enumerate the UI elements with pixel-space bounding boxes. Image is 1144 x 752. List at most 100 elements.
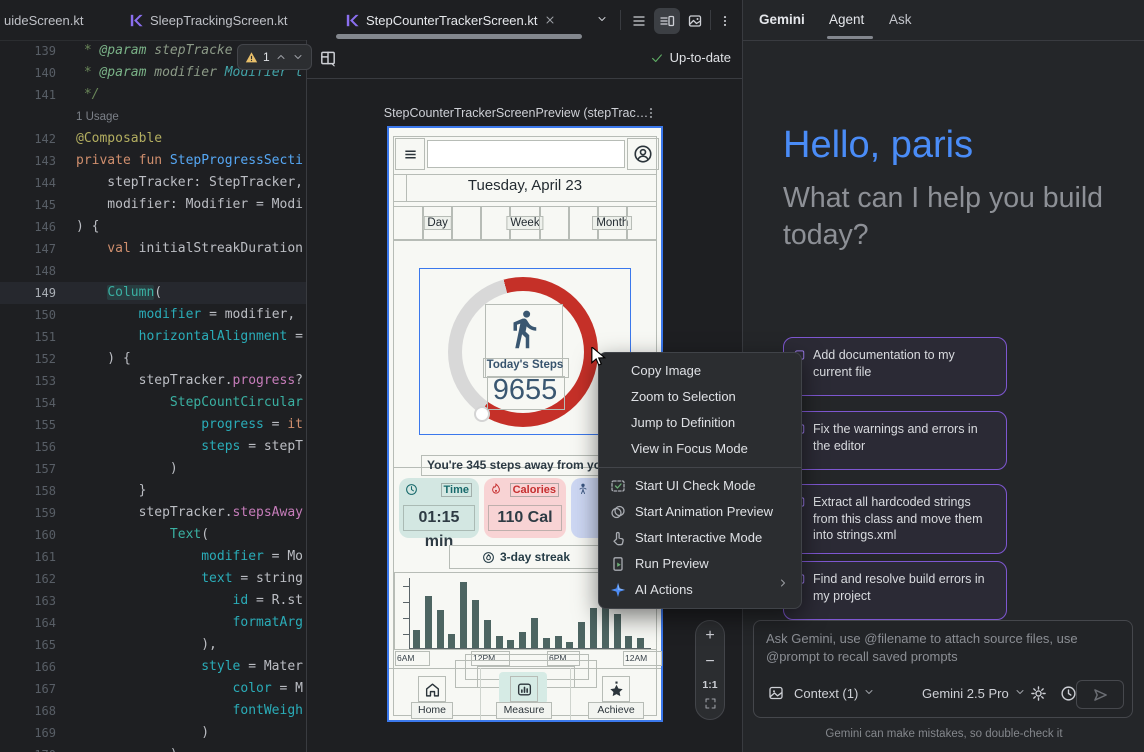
tab-agent[interactable]: Agent xyxy=(829,12,864,27)
model-dropdown[interactable]: Gemini 2.5 Pro xyxy=(922,686,1026,701)
code-text: stepTracker.progress? xyxy=(76,370,303,392)
nav-item-home[interactable] xyxy=(418,676,446,702)
code-line: 170 ) xyxy=(0,744,306,752)
menu-item[interactable]: AI Actions xyxy=(599,577,801,603)
line-number: 157 xyxy=(0,458,56,480)
line-number: 156 xyxy=(0,436,56,458)
context-dropdown[interactable]: Context (1) xyxy=(794,686,875,701)
menu-item[interactable]: Jump to Definition xyxy=(599,410,801,436)
toolbar-separator xyxy=(620,10,621,30)
code-text: horizontalAlignment = xyxy=(76,326,303,348)
code-line: 142@Composable xyxy=(0,128,306,150)
chevron-down-icon[interactable] xyxy=(292,51,304,63)
tab-ask[interactable]: Ask xyxy=(889,12,912,27)
warning-icon xyxy=(245,51,258,64)
active-tab-underline xyxy=(336,34,582,39)
preview-title[interactable]: StepCounterTrackerScreenPreview (stepTra… xyxy=(381,106,651,120)
kebab-icon[interactable] xyxy=(644,106,658,120)
preview-status: Up-to-date xyxy=(650,50,731,65)
toolbar-separator xyxy=(710,10,711,30)
hamburger-button[interactable] xyxy=(395,138,425,170)
attach-image-icon[interactable] xyxy=(768,685,784,701)
account-button[interactable] xyxy=(627,138,659,170)
chart-tick xyxy=(403,602,409,603)
gemini-disclaimer: Gemini can make mistakes, so double-chec… xyxy=(743,728,1144,740)
split-view-icon[interactable] xyxy=(654,8,680,34)
chart-bar xyxy=(625,636,632,648)
prompt-textarea[interactable] xyxy=(754,621,1132,677)
list-icon[interactable] xyxy=(626,8,652,34)
suggestion-card[interactable]: Extract all hardcoded strings from this … xyxy=(783,484,1007,554)
code-text: */ xyxy=(76,84,99,106)
chart-baseline xyxy=(409,648,651,649)
gemini-greeting: Hello, paris xyxy=(783,124,973,167)
image-tool-icon[interactable] xyxy=(682,8,708,34)
run-preview-icon xyxy=(610,556,626,572)
nav-item-achieve[interactable] xyxy=(602,676,630,702)
line-number: 147 xyxy=(0,238,56,260)
usage-hint[interactable]: 1 Usage xyxy=(76,106,119,128)
tab-sleeptrackingscreen[interactable]: SleepTrackingScreen.kt xyxy=(130,0,288,40)
code-line: 152 ) { xyxy=(0,348,306,370)
menu-item[interactable]: Start UI Check Mode xyxy=(599,473,801,499)
menu-item[interactable]: Copy Image xyxy=(599,358,801,384)
line-number: 168 xyxy=(0,700,56,722)
close-icon[interactable] xyxy=(544,14,556,26)
app-tab-label: Day xyxy=(423,216,451,230)
stat-card-time[interactable]: Time01:15 min xyxy=(399,478,479,538)
chart-bar xyxy=(578,622,585,648)
menu-item[interactable]: Run Preview xyxy=(599,551,801,577)
code-line: 149 Column( xyxy=(0,282,306,304)
code-line: 167 color = M xyxy=(0,678,306,700)
menu-item[interactable]: View in Focus Mode xyxy=(599,436,801,462)
send-button[interactable] xyxy=(1076,680,1124,709)
tab-guidescreen[interactable]: uideScreen.kt xyxy=(4,0,84,40)
nav-top-border xyxy=(389,668,661,669)
search-input[interactable] xyxy=(427,140,625,168)
streak-icon xyxy=(482,551,495,564)
zoom-in-button[interactable]: + xyxy=(696,627,724,645)
zoom-ratio-button[interactable]: 1:1 xyxy=(696,679,724,691)
code-line: 157 ) xyxy=(0,458,306,480)
code-line: 160 Text( xyxy=(0,524,306,546)
layout-grid-icon[interactable] xyxy=(319,49,337,67)
inspection-widget[interactable]: 1 xyxy=(237,44,312,70)
fit-screen-icon[interactable] xyxy=(696,697,724,715)
tab-label: StepCounterTrackerScreen.kt xyxy=(366,13,537,28)
kebab-icon[interactable] xyxy=(712,8,738,34)
app-tab-week[interactable]: Week xyxy=(509,206,540,240)
code-text: ) { xyxy=(76,348,131,370)
menu-item[interactable]: Zoom to Selection xyxy=(599,384,801,410)
line-number: 149 xyxy=(0,282,56,304)
line-number: 142 xyxy=(0,128,56,150)
suggestion-card[interactable]: Add documentation to my current file xyxy=(783,337,1007,396)
chart-x-label: 6AM xyxy=(395,651,430,666)
code-editor[interactable]: 139 * @param stepTracke140 * @param modi… xyxy=(0,40,306,752)
gear-icon[interactable] xyxy=(1030,685,1047,702)
measure-icon xyxy=(516,681,533,698)
history-clock-icon[interactable] xyxy=(1060,685,1077,702)
steps-away-text: You're 345 steps away from your xyxy=(427,458,613,472)
streak-chip: 3-day streak xyxy=(449,545,603,569)
warning-count: 1 xyxy=(263,50,270,64)
menu-item[interactable]: Start Animation Preview xyxy=(599,499,801,525)
tab-label: SleepTrackingScreen.kt xyxy=(150,13,288,28)
stat-card-calories[interactable]: Calories110 Cal xyxy=(484,478,566,538)
line-number: 141 xyxy=(0,84,56,106)
menu-item[interactable]: Start Interactive Mode xyxy=(599,525,801,551)
suggestion-card[interactable]: Find and resolve build errors in my proj… xyxy=(783,561,1007,620)
runner-icon xyxy=(503,308,545,350)
code-line: 158 } xyxy=(0,480,306,502)
code-line: 159 stepTracker.stepsAway xyxy=(0,502,306,524)
app-tab-day[interactable]: Day xyxy=(422,206,453,240)
nav-item-measure[interactable] xyxy=(510,676,538,702)
chevron-up-icon[interactable] xyxy=(275,51,287,63)
ui-check-icon xyxy=(610,478,626,494)
suggestion-card[interactable]: Fix the warnings and errors in the edito… xyxy=(783,411,1007,470)
app-tab-month[interactable]: Month xyxy=(597,206,628,240)
zoom-out-button[interactable]: − xyxy=(696,653,724,671)
chart-bar xyxy=(566,642,573,648)
chevron-down-icon[interactable] xyxy=(596,13,608,25)
code-text: modifier = Mo xyxy=(76,546,303,568)
achieve-icon xyxy=(608,681,625,698)
